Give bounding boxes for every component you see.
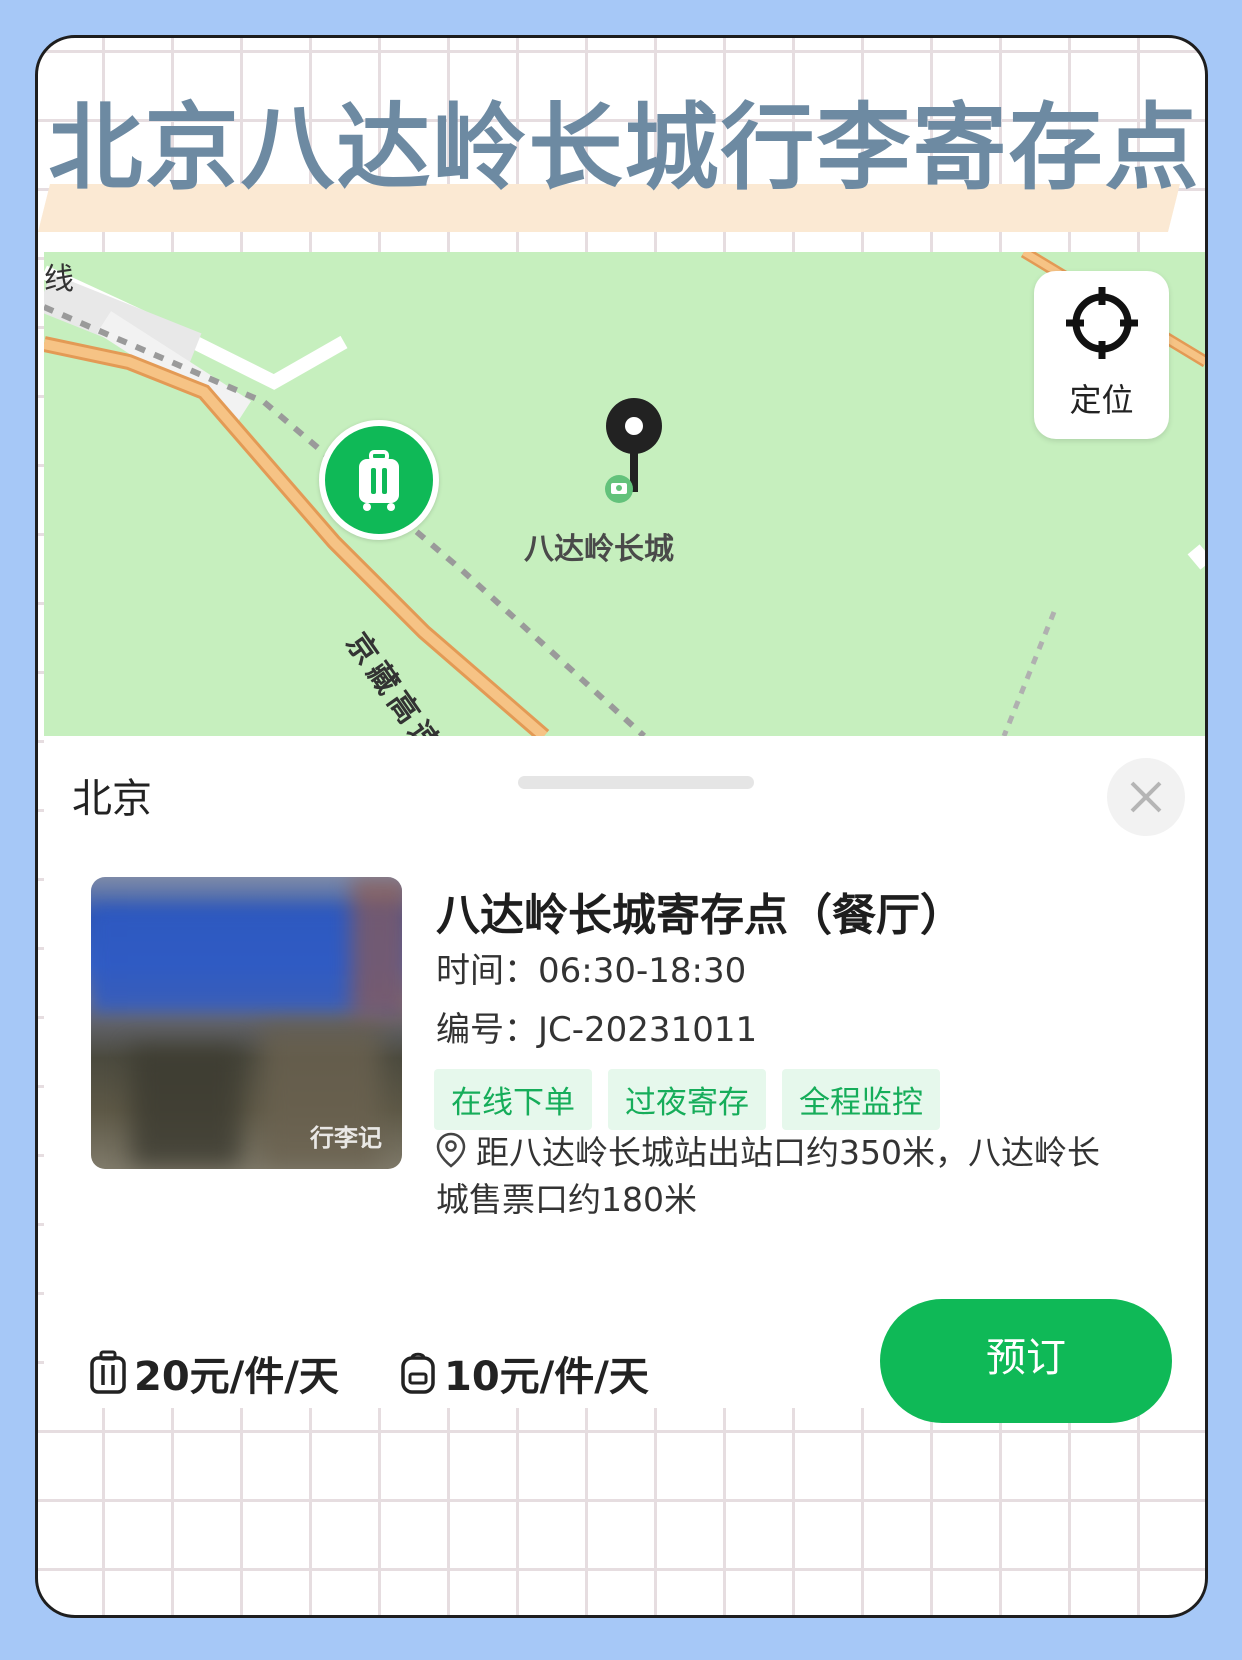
close-icon <box>1130 781 1162 813</box>
locate-button[interactable]: 定位 <box>1034 271 1169 439</box>
suitcase-icon <box>90 1350 126 1394</box>
store-name[interactable]: 八达岭长城寄存点（餐厅） <box>436 879 964 943</box>
tag-online-order: 在线下单 <box>434 1069 592 1130</box>
map-road-fragment-label: 线 <box>44 262 74 297</box>
location-outline-icon <box>436 1132 466 1168</box>
price-large-text: 20元/件/天 <box>134 1354 339 1400</box>
map-pin-icon[interactable] <box>599 394 669 504</box>
luggage-icon <box>359 450 399 511</box>
book-button[interactable]: 预订 <box>880 1299 1172 1423</box>
store-photo[interactable]: 行李记 <box>91 877 402 1169</box>
map-view[interactable]: 线 京藏高速 八达岭长城 定位 <box>44 252 1205 736</box>
bottom-sheet: 北京 行李记 八达岭长城寄存点（餐厅） 时间：06:30-18:30 编号：JC… <box>44 736 1205 1423</box>
backpack-icon <box>401 1352 435 1394</box>
tag-monitoring: 全程监控 <box>782 1069 940 1130</box>
price-small-text: 10元/件/天 <box>444 1354 649 1400</box>
locate-label: 定位 <box>1069 381 1134 419</box>
poster-card: 北京八达岭长城行李寄存点 线 京藏高速 八达岭长城 定位 北京 行李记 八达岭长… <box>35 35 1208 1618</box>
drag-handle[interactable] <box>518 776 754 789</box>
close-button[interactable] <box>1107 758 1185 836</box>
page-title: 北京八达岭长城行李寄存点 <box>48 94 1201 203</box>
address-text: 距八达岭长城站出站口约350米，八达岭长城售票口约180米 <box>436 1133 1100 1219</box>
store-hours: 时间：06:30-18:30 <box>436 951 747 991</box>
locate-crosshair-icon <box>1065 287 1138 359</box>
poi-label: 八达岭长城 <box>524 532 674 567</box>
price-small-luggage: 10元/件/天 <box>398 1344 649 1402</box>
store-code: 编号：JC-20231011 <box>436 1010 758 1050</box>
feature-tags: 在线下单 过夜寄存 全程监控 <box>434 1069 940 1130</box>
price-large-luggage: 20元/件/天 <box>88 1344 339 1402</box>
photo-watermark: 行李记 <box>310 1124 382 1152</box>
city-label[interactable]: 北京 <box>72 766 152 824</box>
tag-overnight: 过夜寄存 <box>608 1069 766 1130</box>
store-address: 距八达岭长城站出站口约350米，八达岭长城售票口约180米 <box>436 1129 1126 1223</box>
luggage-storage-marker[interactable] <box>319 420 439 540</box>
